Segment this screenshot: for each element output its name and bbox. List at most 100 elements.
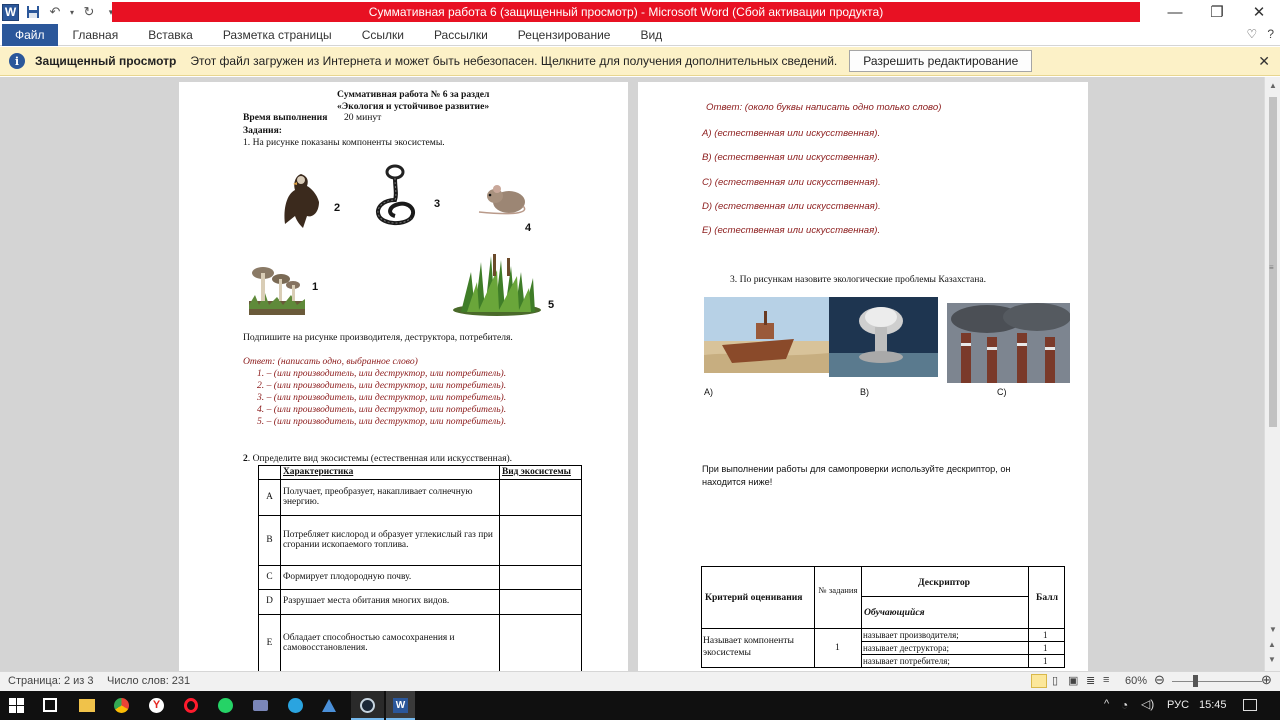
doc-title-1: Суммативная работа № 6 за раздел xyxy=(337,89,490,100)
close-button[interactable]: ✕ xyxy=(1238,0,1280,24)
rubric-descriptor-2: называет деструктора; xyxy=(863,643,949,653)
zoom-slider[interactable] xyxy=(1172,681,1262,682)
quick-access-toolbar: W ↶ ▾ ↻ ▾ xyxy=(0,0,119,24)
info-icon: i xyxy=(9,53,25,69)
row-characteristic: Получает, преобразует, накапливает солне… xyxy=(280,478,500,516)
option-c: C) (естественная или искусственная). xyxy=(702,177,881,188)
row-characteristic: Формирует плодородную почву. xyxy=(280,564,500,590)
fig-number-3: 3 xyxy=(434,198,441,210)
telegram-icon[interactable] xyxy=(288,698,303,713)
web-layout-icon[interactable]: ▣ xyxy=(1068,674,1078,687)
zoom-out-icon[interactable]: ⊖ xyxy=(1154,672,1165,688)
help-icon[interactable]: ? xyxy=(1267,27,1274,41)
rubric-divider xyxy=(1028,566,1029,668)
whatsapp-icon[interactable] xyxy=(218,698,233,713)
ecosystem-table: Характеристика Вид экосистемы A Получает… xyxy=(258,465,582,671)
word-icon: W xyxy=(393,698,408,713)
task-view-icon[interactable] xyxy=(43,698,57,712)
row-letter: A xyxy=(258,478,281,516)
doc-title-2: «Экология и устойчивое развитие» xyxy=(337,101,490,112)
expand-ribbon-icon[interactable]: ♡ xyxy=(1247,27,1258,41)
tab-references[interactable]: Ссылки xyxy=(347,28,419,42)
rubric-criterion-header: Критерий оценивания xyxy=(705,592,803,603)
undo-dropdown-icon[interactable]: ▾ xyxy=(69,4,75,20)
row-answer-cell[interactable] xyxy=(499,564,582,590)
draft-icon[interactable]: ≡ xyxy=(1103,674,1109,686)
scroll-down-icon[interactable]: ▼ xyxy=(1269,625,1277,634)
tab-mailings[interactable]: Рассылки xyxy=(419,28,503,42)
question-1: 1. На рисунке показаны компоненты экосис… xyxy=(243,137,445,148)
rubric-score-2: 1 xyxy=(1043,643,1048,653)
chrome-icon[interactable] xyxy=(114,698,129,713)
previous-page-icon[interactable]: ▲ xyxy=(1268,640,1276,649)
clock[interactable]: 15:45 xyxy=(1199,699,1227,711)
word-count[interactable]: Число слов: 231 xyxy=(107,675,190,687)
rubric-score-3: 1 xyxy=(1043,656,1048,666)
show-hidden-icons[interactable]: ^ xyxy=(1104,698,1109,710)
row-answer-cell[interactable] xyxy=(499,514,582,566)
yandex-icon[interactable]: Y xyxy=(149,698,164,713)
zoom-slider-thumb[interactable] xyxy=(1193,675,1198,687)
tab-insert[interactable]: Вставка xyxy=(133,28,208,42)
minimize-button[interactable]: — xyxy=(1154,0,1196,24)
notifications-icon[interactable] xyxy=(1243,699,1257,711)
page-right: Ответ: (около буквы написать одно только… xyxy=(638,82,1088,671)
redo-icon[interactable]: ↻ xyxy=(81,4,97,20)
time-value: 20 минут xyxy=(344,112,382,123)
rubric-divider xyxy=(814,566,815,668)
restore-button[interactable]: ❐ xyxy=(1196,0,1238,24)
rubric-divider xyxy=(861,596,1028,597)
tab-home[interactable]: Главная xyxy=(58,28,134,42)
rubric-learner-header: Обучающийся xyxy=(864,607,925,618)
tab-page-layout[interactable]: Разметка страницы xyxy=(208,28,347,42)
protected-view-message[interactable]: Этот файл загружен из Интернета и может … xyxy=(190,54,837,68)
table-row: D Разрушает места обитания многих видов. xyxy=(258,588,582,615)
outline-icon[interactable]: ≣ xyxy=(1086,674,1095,687)
tab-file[interactable]: Файл xyxy=(2,23,58,46)
row-answer-cell[interactable] xyxy=(499,588,582,615)
print-layout-icon[interactable] xyxy=(1031,674,1047,688)
language-indicator[interactable]: РУС xyxy=(1167,699,1189,711)
steam-taskbar-item[interactable] xyxy=(351,691,384,720)
network-icon[interactable]: ◔ xyxy=(1121,698,1128,712)
tab-review[interactable]: Рецензирование xyxy=(503,28,626,42)
windows-start-icon[interactable] xyxy=(9,698,24,713)
file-explorer-icon[interactable] xyxy=(79,699,95,712)
vulture-image xyxy=(284,174,319,228)
answer-note: Ответ: (около буквы написать одно только… xyxy=(706,102,942,113)
app-icon[interactable] xyxy=(322,699,336,712)
scrollbar-thumb[interactable] xyxy=(1269,97,1277,427)
enable-editing-button[interactable]: Разрешить редактирование xyxy=(849,50,1033,72)
answer-line-2: 2. – (или производитель, или деструктор,… xyxy=(257,380,507,391)
zoom-level[interactable]: 60% xyxy=(1125,675,1147,687)
row-answer-cell[interactable] xyxy=(499,478,582,516)
page-left: Суммативная работа № 6 за раздел «Эколог… xyxy=(179,82,628,671)
next-page-icon[interactable]: ▼ xyxy=(1268,655,1276,664)
vertical-scrollbar[interactable]: ▲ ≡ ▼ ▲ ▼ xyxy=(1264,77,1280,671)
page-counter[interactable]: Страница: 2 из 3 xyxy=(8,675,94,687)
row-letter: B xyxy=(258,514,281,566)
scroll-up-icon[interactable]: ▲ xyxy=(1269,81,1277,90)
save-icon[interactable] xyxy=(25,4,41,20)
rat-image xyxy=(478,185,526,215)
zoom-in-icon[interactable]: ⊕ xyxy=(1261,672,1272,688)
word-taskbar-item[interactable]: W xyxy=(386,691,415,720)
answer-header: Ответ: (написать одно, выбранное слово) xyxy=(243,356,418,367)
rubric-divider xyxy=(861,654,1065,655)
reading-mode-icon[interactable]: ▯ xyxy=(1052,674,1058,687)
volume-icon[interactable]: ◁) xyxy=(1141,697,1154,711)
row-letter: D xyxy=(258,588,281,615)
word-app-icon[interactable]: W xyxy=(2,3,19,21)
rubric-score-1: 1 xyxy=(1043,630,1048,640)
table-header-empty xyxy=(258,465,281,480)
opera-icon[interactable] xyxy=(184,698,198,713)
cobra-image xyxy=(376,164,416,225)
ribbon-tabs: Файл Главная Вставка Разметка страницы С… xyxy=(0,23,1280,46)
row-answer-cell[interactable] xyxy=(499,613,582,671)
tab-view[interactable]: Вид xyxy=(625,28,677,42)
discord-icon[interactable] xyxy=(253,700,268,711)
undo-icon[interactable]: ↶ xyxy=(47,4,63,20)
close-bar-icon[interactable]: ✕ xyxy=(1258,53,1270,70)
caption-instruction: Подпишите на рисунке производителя, дест… xyxy=(243,332,513,343)
row-characteristic: Обладает способностью самосохранения и с… xyxy=(280,613,500,671)
